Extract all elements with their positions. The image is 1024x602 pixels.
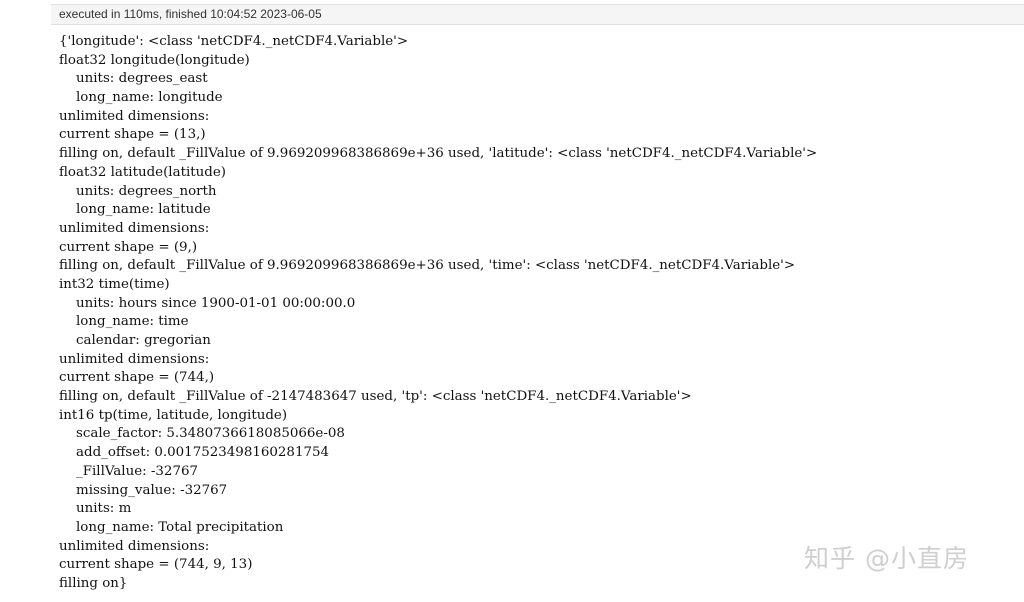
output-line: unlimited dimensions:: [59, 220, 214, 236]
execution-status-text: executed in 110ms, finished 10:04:52 202…: [59, 7, 322, 21]
output-line: int32 time(time): [59, 276, 170, 292]
output-line: _FillValue: -32767: [59, 463, 199, 479]
output-line: filling on, default _FillValue of 9.9692…: [59, 258, 796, 274]
output-line: unlimited dimensions:: [59, 351, 214, 367]
output-line: current shape = (744,): [59, 370, 215, 386]
output-line: float32 latitude(latitude): [59, 164, 226, 180]
output-line: missing_value: -32767: [59, 482, 228, 498]
notebook-cell-output: executed in 110ms, finished 10:04:52 202…: [0, 0, 1024, 602]
output-line: add_offset: 0.0017523498160281754: [59, 445, 330, 461]
output-line: filling on}: [59, 575, 128, 591]
watermark: 知乎 @小直房: [804, 544, 969, 573]
output-line: units: hours since 1900-01-01 00:00:00.0: [59, 295, 356, 311]
execution-status-bar: executed in 110ms, finished 10:04:52 202…: [51, 4, 1024, 25]
output-line: units: degrees_north: [59, 183, 217, 199]
output-line: units: m: [59, 501, 132, 517]
output-line: long_name: latitude: [59, 202, 211, 218]
output-line: int16 tp(time, latitude, longitude): [59, 407, 288, 423]
output-line: calendar: gregorian: [59, 333, 211, 348]
output-line: filling on, default _FillValue of -21474…: [59, 389, 692, 405]
output-line: units: degrees_east: [59, 71, 208, 87]
output-line: current shape = (13,): [59, 127, 206, 143]
cell-output-text: {'longitude': <class 'netCDF4._netCDF4.V…: [59, 33, 817, 594]
output-line: filling on, default _FillValue of 9.9692…: [59, 146, 818, 162]
output-line: unlimited dimensions:: [59, 538, 214, 554]
output-line: float32 longitude(longitude): [59, 52, 250, 68]
output-line: current shape = (9,): [59, 239, 198, 255]
output-line: {'longitude': <class 'netCDF4._netCDF4.V…: [59, 34, 409, 49]
output-line: long_name: time: [59, 314, 189, 330]
output-line: long_name: Total precipitation: [59, 519, 284, 535]
output-line: scale_factor: 5.3480736618085066e-08: [59, 426, 345, 442]
output-line: current shape = (744, 9, 13): [59, 557, 253, 573]
output-line: long_name: longitude: [59, 90, 223, 106]
output-line: unlimited dimensions:: [59, 108, 214, 124]
